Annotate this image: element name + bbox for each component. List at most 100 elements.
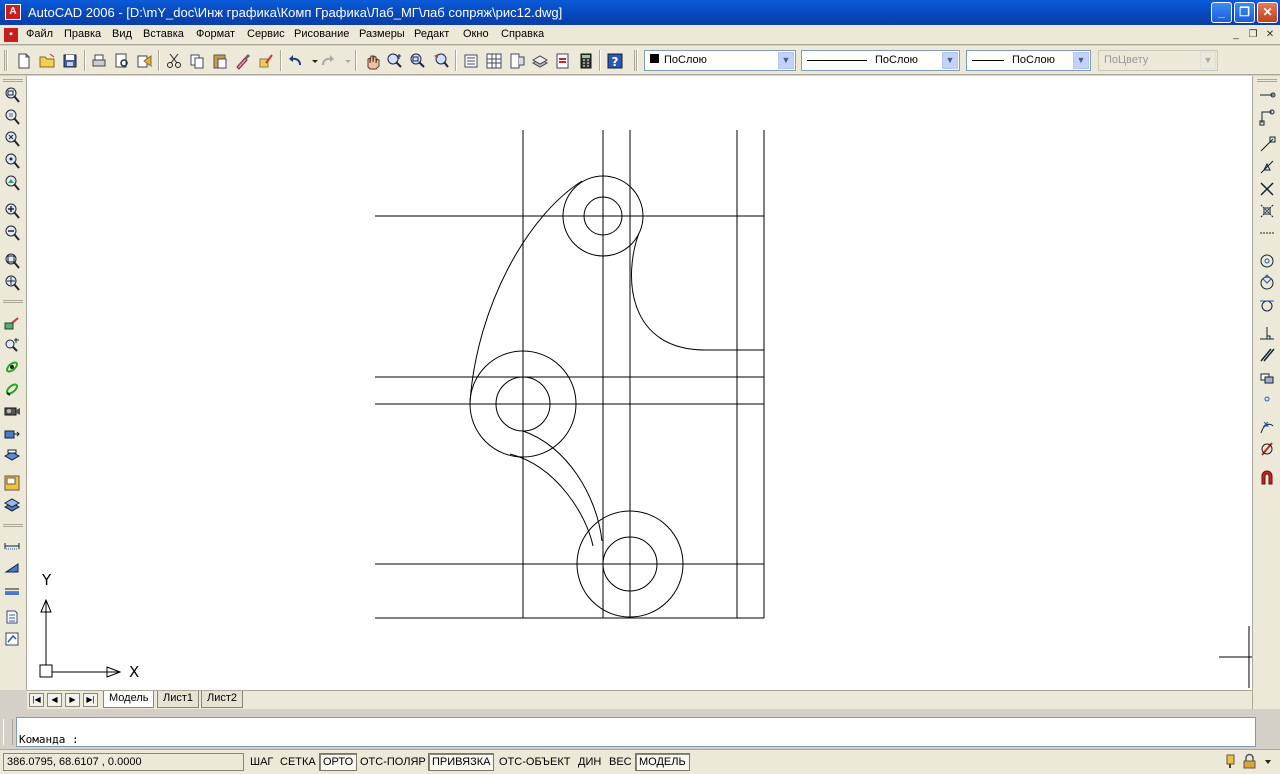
pan-realtime-icon[interactable] xyxy=(362,51,382,71)
toolbar-grip[interactable] xyxy=(4,50,8,71)
sheet-set-manager-icon[interactable] xyxy=(530,51,550,71)
restore-icon[interactable]: ❐ xyxy=(1234,2,1255,23)
last-tab-icon[interactable]: ▶| xyxy=(83,693,98,707)
temp-tracking-icon[interactable] xyxy=(1258,86,1276,104)
layer-dropdown[interactable]: ПоСлою ▼ xyxy=(644,50,796,71)
zoom-window-icon[interactable] xyxy=(3,86,21,104)
publish-icon[interactable] xyxy=(135,51,155,71)
copy-icon[interactable] xyxy=(187,51,207,71)
snap-midpoint-icon[interactable] xyxy=(1258,158,1276,176)
zoom-realtime-icon[interactable] xyxy=(385,51,405,71)
snap-insert-icon[interactable] xyxy=(1258,368,1276,386)
menu-dimension[interactable]: Размеры xyxy=(359,28,405,40)
open-file-icon[interactable] xyxy=(37,51,57,71)
camera-icon[interactable] xyxy=(3,402,21,420)
orbit-icon[interactable] xyxy=(3,358,21,376)
lineweight-dropdown[interactable]: ПоСлою ▼ xyxy=(966,50,1091,71)
tab-layout1[interactable]: Лист1 xyxy=(157,691,200,708)
block-editor-icon[interactable] xyxy=(256,51,276,71)
menu-file[interactable]: Файл xyxy=(26,28,53,40)
design-center-icon[interactable] xyxy=(484,51,504,71)
new-file-icon[interactable] xyxy=(14,51,34,71)
dim-style-icon[interactable] xyxy=(3,608,21,626)
tool-palettes-icon[interactable] xyxy=(507,51,527,71)
undo-icon[interactable] xyxy=(285,51,305,71)
zoom-extents-icon[interactable] xyxy=(3,274,21,292)
toolbar-grip[interactable] xyxy=(3,300,23,303)
menu-view[interactable]: Вид xyxy=(112,28,132,40)
zoom-previous-icon[interactable] xyxy=(431,51,451,71)
3d-view-icon[interactable] xyxy=(3,424,21,442)
communication-center-icon[interactable] xyxy=(1222,753,1239,770)
polar-toggle[interactable]: ОТС-ПОЛЯР xyxy=(356,753,430,771)
chevron-down-icon[interactable]: ▼ xyxy=(942,52,958,69)
dim-baseline-icon[interactable] xyxy=(3,580,21,598)
menu-window[interactable]: Окно xyxy=(463,28,489,40)
ortho-toggle[interactable]: ОРТО xyxy=(319,753,358,771)
dyn-toggle[interactable]: ДИН xyxy=(574,753,605,771)
markup-set-manager-icon[interactable] xyxy=(553,51,573,71)
lock-icon[interactable] xyxy=(1241,753,1258,770)
minimize-icon[interactable]: _ xyxy=(1211,2,1232,23)
grid-toggle[interactable]: СЕТКА xyxy=(276,753,320,771)
layer-manager-icon[interactable] xyxy=(3,474,21,492)
chevron-down-icon[interactable]: ▼ xyxy=(1073,52,1089,69)
menu-edit[interactable]: Правка xyxy=(64,28,101,40)
autocad-app-icon[interactable]: A xyxy=(5,4,21,20)
snap-parallel-icon[interactable] xyxy=(1258,346,1276,364)
fillet-arc[interactable] xyxy=(509,453,594,547)
paste-icon[interactable] xyxy=(210,51,230,71)
properties-icon[interactable] xyxy=(461,51,481,71)
status-menu-icon[interactable] xyxy=(1260,753,1276,770)
drawing-canvas[interactable]: Y X xyxy=(27,76,1252,690)
zoom-out-icon[interactable] xyxy=(3,224,21,242)
zoom-dynamic-icon[interactable] xyxy=(3,108,21,126)
prev-tab-icon[interactable]: ◀ xyxy=(47,693,62,707)
print-icon[interactable] xyxy=(89,51,109,71)
layer-previous-icon[interactable] xyxy=(3,496,21,514)
menu-format[interactable]: Формат xyxy=(196,28,235,40)
snap-extension-icon[interactable] xyxy=(1258,224,1276,242)
zoom-window-icon[interactable] xyxy=(408,51,428,71)
menu-tools[interactable]: Сервис xyxy=(247,28,285,40)
tab-model[interactable]: Модель xyxy=(103,691,155,708)
command-line[interactable]: Команда : xyxy=(16,717,1256,747)
zoom-plus-icon[interactable] xyxy=(3,336,21,354)
doc-close-icon[interactable]: ✕ xyxy=(1263,28,1277,42)
plot-preview-icon[interactable] xyxy=(112,51,132,71)
model-toggle[interactable]: МОДЕЛЬ xyxy=(635,753,690,771)
next-tab-icon[interactable]: ▶ xyxy=(65,693,80,707)
inquiry-distance-icon[interactable] xyxy=(3,314,21,332)
osnap-settings-icon[interactable] xyxy=(1258,468,1276,486)
coordinates-display[interactable]: 386.0795, 68.6107 , 0.0000 xyxy=(3,753,244,771)
snap-node-icon[interactable] xyxy=(1258,390,1276,408)
command-grip[interactable] xyxy=(3,719,13,745)
continuous-orbit-icon[interactable] xyxy=(3,380,21,398)
zoom-center-icon[interactable] xyxy=(3,152,21,170)
doc-minimize-icon[interactable]: _ xyxy=(1229,28,1243,42)
plotstyle-dropdown[interactable]: ПоЦвету ▼ xyxy=(1098,50,1218,71)
save-icon[interactable] xyxy=(60,51,80,71)
cut-icon[interactable] xyxy=(164,51,184,71)
quickcalc-icon[interactable] xyxy=(576,51,596,71)
document-icon[interactable]: ▪ xyxy=(4,28,18,42)
snap-center-icon[interactable] xyxy=(1258,252,1276,270)
menu-draw[interactable]: Рисование xyxy=(294,28,349,40)
match-properties-icon[interactable] xyxy=(233,51,253,71)
close-icon[interactable]: ✕ xyxy=(1257,2,1278,23)
otrack-toggle[interactable]: ОТС-ОБЪЕКТ xyxy=(495,753,574,771)
named-views-icon[interactable] xyxy=(3,446,21,464)
snap-none-icon[interactable] xyxy=(1258,440,1276,458)
linetype-dropdown[interactable]: ПоСлою ▼ xyxy=(801,50,960,71)
toolbar-grip[interactable] xyxy=(3,79,23,82)
dim-aligned-icon[interactable] xyxy=(3,558,21,576)
fillet-arc[interactable] xyxy=(469,180,583,403)
snap-apparent-intersect-icon[interactable] xyxy=(1258,202,1276,220)
undo-dropdown-icon[interactable] xyxy=(305,51,318,71)
first-tab-icon[interactable]: |◀ xyxy=(29,693,44,707)
snap-nearest-icon[interactable] xyxy=(1258,418,1276,436)
doc-restore-icon[interactable]: ❐ xyxy=(1246,28,1260,42)
snap-endpoint-icon[interactable] xyxy=(1258,136,1276,154)
snap-toggle[interactable]: ШАГ xyxy=(246,753,277,771)
fillet-arc[interactable] xyxy=(522,430,603,542)
